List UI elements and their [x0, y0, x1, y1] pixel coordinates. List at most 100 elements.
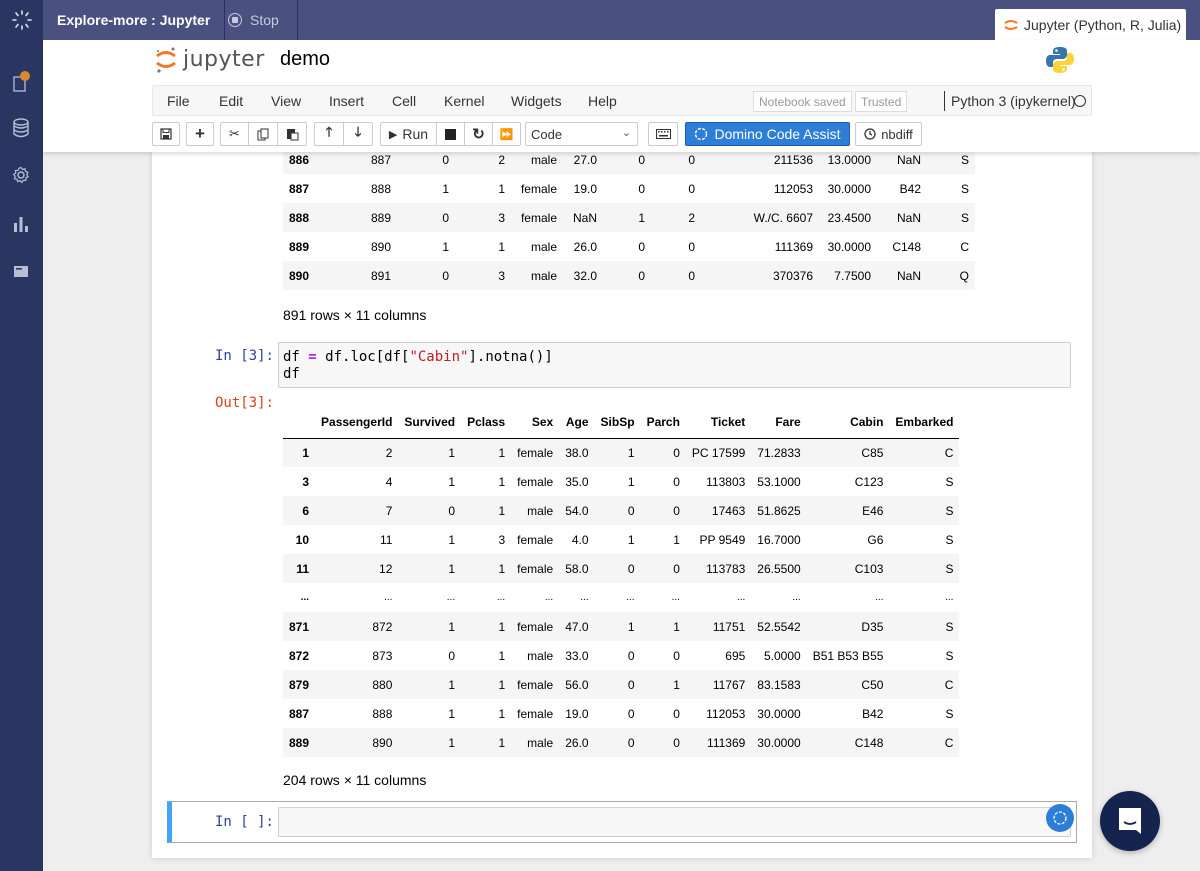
table-cell: PP 9549: [699, 532, 746, 547]
nbdiff-button[interactable]: nbdiff: [855, 122, 922, 146]
environment-tab-label: Jupyter (Python, R, Julia): [1024, 16, 1182, 33]
restart-run-all-button[interactable]: ⏩: [492, 122, 521, 146]
table-cell: ...: [792, 592, 801, 603]
table-cell: S: [945, 503, 954, 518]
empty-code-input[interactable]: [278, 807, 1071, 837]
insert-cell-button[interactable]: +: [186, 122, 214, 146]
run-button[interactable]: ▶ Run: [380, 122, 437, 146]
table-cell: 0: [673, 474, 680, 489]
move-up-button[interactable]: 🡑: [314, 122, 344, 146]
table-cell: female: [517, 532, 554, 547]
table-cell: 19.0: [565, 706, 589, 721]
sidebar-item-cards[interactable]: [11, 262, 31, 282]
domino-code-assist-button[interactable]: Domino Code Assist: [685, 122, 850, 146]
table-cell: 23.4500: [827, 210, 871, 225]
table-cell: D35: [861, 619, 884, 634]
menu-cell[interactable]: Cell: [392, 93, 416, 109]
cut-button[interactable]: ✂: [220, 122, 249, 146]
notebook-name[interactable]: demo: [280, 48, 330, 71]
table-cell: 51.8625: [757, 503, 801, 518]
restart-button[interactable]: ↻: [464, 122, 493, 146]
table-cell: 890: [370, 239, 391, 254]
menu-widgets[interactable]: Widgets: [511, 93, 562, 109]
jupyter-logo-icon: [156, 47, 176, 73]
environment-tab[interactable]: Jupyter (Python, R, Julia): [995, 9, 1186, 40]
chat-support-button[interactable]: [1100, 791, 1160, 851]
cell-type-select[interactable]: Code ⌄: [525, 122, 638, 146]
table-cell: 1: [448, 445, 456, 460]
table-cell: ...: [446, 592, 456, 603]
table-cell: 19.0: [573, 181, 597, 196]
command-palette-button[interactable]: [648, 122, 678, 146]
table-cell: NaN: [896, 210, 921, 225]
table-row: 872 873 0 1 male 33.0 0 0 695 5.0000 B51 B53 B55 S: [283, 641, 959, 670]
table-cell: 1: [448, 532, 456, 547]
plus-icon: +: [195, 124, 205, 143]
code-line: df = df.loc[df["Cabin"].notna()]: [283, 349, 553, 365]
stop-button[interactable]: Stop: [212, 0, 298, 40]
row-index: 887: [289, 181, 310, 196]
table-cell: 0: [673, 648, 680, 663]
table-cell: 1: [627, 474, 635, 489]
dataframe-shape: 891 rows × 11 columns: [283, 307, 427, 323]
column-header: Embarked: [889, 406, 960, 439]
interrupt-button[interactable]: [436, 122, 465, 146]
table-row: 1 2 1 1 female 38.0 1 0 PC 17599 71.2833 C85 C: [283, 438, 960, 467]
domino-logo-icon: [11, 10, 32, 30]
table-cell: ...: [945, 592, 954, 603]
sidebar: [0, 40, 43, 871]
jupyter-logo[interactable]: jupyter: [155, 44, 265, 74]
table-cell: ...: [875, 592, 884, 603]
sidebar-item-data[interactable]: [11, 118, 31, 138]
sidebar-item-charts[interactable]: [11, 214, 31, 234]
trusted-indicator[interactable]: Trusted: [855, 91, 908, 112]
table-cell: 11767: [712, 677, 746, 692]
row-index: 1: [302, 445, 310, 460]
paste-button[interactable]: [277, 122, 307, 146]
code-assist-cell-button[interactable]: [1046, 804, 1074, 832]
save-icon: [160, 128, 172, 140]
table-cell: female: [517, 619, 554, 634]
input-prompt-empty: In [ ]:: [214, 814, 274, 830]
dataframe-output: PassengerId Survived Pclass Sex Age SibSp Parc…: [283, 406, 960, 757]
table-cell: 0: [627, 706, 635, 721]
table-row: 6 7 0 1 male 54.0 0 0 17463 51.8625 E46 S: [283, 496, 960, 525]
table-cell: C148: [892, 239, 921, 254]
menu-help[interactable]: Help: [588, 93, 617, 109]
table-cell: 11: [379, 532, 393, 547]
table-cell: 1: [673, 619, 680, 634]
table-cell: 1: [498, 619, 506, 634]
sidebar-item-files[interactable]: [11, 71, 31, 92]
table-cell: G6: [867, 532, 884, 547]
column-header: Age: [559, 406, 595, 439]
table-cell: 5.0000: [763, 648, 801, 663]
menu-bar: File Edit View Insert Cell Kernel Widget…: [152, 85, 1092, 116]
save-button[interactable]: [152, 122, 180, 146]
sidebar-item-settings[interactable]: [11, 165, 31, 185]
table-cell: 4.0: [571, 532, 589, 547]
stop-icon: [228, 13, 242, 27]
table-cell: 111369: [707, 735, 746, 750]
table-cell: male: [530, 268, 557, 283]
kernel-name[interactable]: Python 3 (ipykernel): [944, 91, 1076, 111]
table-cell: 1: [498, 735, 506, 750]
table-cell: male: [527, 735, 554, 750]
table-cell: 1: [498, 445, 506, 460]
code-cell-input[interactable]: df = df.loc[df["Cabin"].notna()] df: [278, 342, 1071, 388]
domino-logo[interactable]: [0, 0, 43, 40]
menu-kernel[interactable]: Kernel: [444, 93, 484, 109]
copy-button[interactable]: [248, 122, 278, 146]
table-cell: NaN: [896, 152, 921, 167]
table-cell: C50: [861, 677, 884, 692]
table-cell: 1: [448, 619, 456, 634]
table-cell: 32.0: [573, 268, 597, 283]
table-cell: 0: [688, 268, 695, 283]
table-cell: 2: [688, 210, 695, 225]
menu-file[interactable]: File: [167, 93, 190, 109]
menu-insert[interactable]: Insert: [329, 93, 364, 109]
move-down-button[interactable]: 🡓: [343, 122, 373, 146]
menu-view[interactable]: View: [271, 93, 301, 109]
table-cell: female: [520, 210, 557, 225]
menu-edit[interactable]: Edit: [219, 93, 243, 109]
row-index: 879: [289, 677, 310, 692]
